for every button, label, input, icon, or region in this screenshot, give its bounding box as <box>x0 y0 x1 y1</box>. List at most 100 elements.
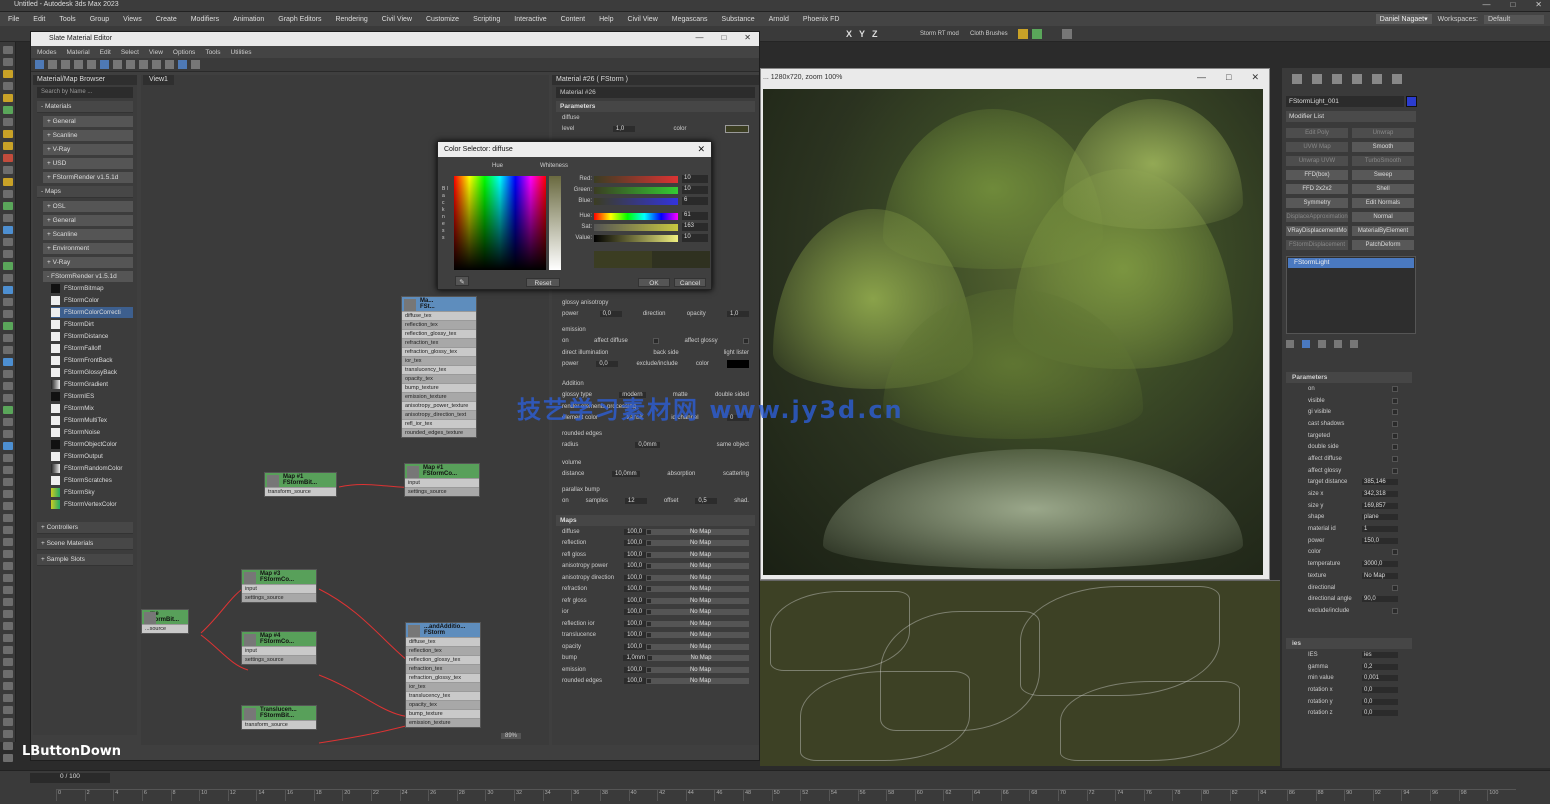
fstorm-group[interactable]: - FStormRender v1.5.1d <box>43 271 133 282</box>
node-slot[interactable]: input <box>242 584 316 593</box>
ies-param-field[interactable]: 0,0 <box>1362 698 1398 705</box>
modifier-button[interactable]: Unwrap UVW <box>1286 156 1348 166</box>
axis-z-button[interactable]: Z <box>872 29 878 39</box>
node-slot[interactable]: translucency_tex <box>406 691 480 700</box>
tool-icon[interactable] <box>2 430 13 438</box>
track-bar[interactable]: 0 2 4 6 8 10 12 14 16 18 20 22 24 26 28 30 32 34 36 38 40 42 4… <box>56 789 1516 801</box>
parallax-samples-field[interactable]: 12 <box>624 498 647 505</box>
node-slot[interactable]: settings_source <box>242 593 316 602</box>
motion-tab-icon[interactable] <box>1352 74 1362 84</box>
close-icon[interactable]: ✕ <box>744 33 751 42</box>
perspective-viewport[interactable] <box>760 580 1280 766</box>
tool-icon[interactable] <box>2 346 13 354</box>
menu-item[interactable]: Interactive <box>514 16 546 23</box>
map-slot-button[interactable]: No Map <box>651 620 749 627</box>
browser-group[interactable]: + Sample Slots <box>37 554 133 566</box>
map-type-item[interactable]: FStormColor <box>51 295 133 306</box>
sme-menu-item[interactable]: Select <box>121 49 139 56</box>
node-slot[interactable]: transform_source <box>265 487 336 496</box>
light-param-field[interactable]: 150,0 <box>1362 537 1398 544</box>
sme-menu-item[interactable]: Options <box>173 49 195 56</box>
tool-icon[interactable] <box>2 550 13 558</box>
map-slot-button[interactable]: No Map <box>651 678 749 685</box>
sme-menu-item[interactable]: Material <box>67 49 90 56</box>
node-slot[interactable]: opacity_tex <box>402 374 476 383</box>
translucency-bitmap-node[interactable]: Translucen... FStormBit... transform_sour… <box>241 705 317 730</box>
map-slot-button[interactable]: No Map <box>651 551 749 558</box>
tool-icon[interactable] <box>2 178 13 186</box>
tool-icon[interactable] <box>2 226 13 234</box>
sme-menu-item[interactable]: Tools <box>205 49 220 56</box>
map-amount-field[interactable]: 100,0 <box>624 666 647 673</box>
tool-icon[interactable] <box>2 214 13 222</box>
light-param-checkbox[interactable] <box>1392 444 1398 451</box>
map-slot-button[interactable]: No Map <box>651 632 749 639</box>
modifier-list-select[interactable]: Modifier List <box>1286 111 1416 122</box>
utilities-tab-icon[interactable] <box>1392 74 1402 84</box>
light-param-field[interactable]: 169,857 <box>1362 502 1398 509</box>
menu-item[interactable]: Tools <box>59 16 75 23</box>
node-slot[interactable]: input <box>242 646 316 655</box>
node-slot[interactable]: opacity_tex <box>406 700 480 709</box>
render-frame-icon[interactable] <box>1062 29 1072 39</box>
map-amount-field[interactable]: 100,0 <box>624 528 647 535</box>
emission-power-field[interactable]: 0,0 <box>596 361 619 368</box>
tool-icon[interactable] <box>2 478 13 486</box>
map-amount-field[interactable]: 100,0 <box>624 574 647 581</box>
whiteness-bar[interactable] <box>549 176 561 270</box>
ok-button[interactable]: OK <box>638 278 670 287</box>
browser-search-input[interactable]: Search by Name ... <box>37 87 133 98</box>
node-slot[interactable]: refraction_tex <box>406 664 480 673</box>
tool-icon[interactable] <box>2 538 13 546</box>
light-param-checkbox[interactable] <box>1392 584 1398 591</box>
tool-icon[interactable] <box>2 490 13 498</box>
light-param-field[interactable]: 385,146 <box>1362 479 1398 486</box>
tool-icon[interactable] <box>2 58 13 66</box>
light-param-checkbox[interactable] <box>1392 432 1398 439</box>
modifier-button[interactable]: Shell <box>1352 184 1414 194</box>
map-type-item[interactable]: FStormMix <box>51 403 133 414</box>
node-slot[interactable]: ...source <box>142 624 188 633</box>
menu-item[interactable]: Views <box>123 16 142 23</box>
tool-icon[interactable] <box>2 526 13 534</box>
hierarchy-tab-icon[interactable] <box>1332 74 1342 84</box>
node-slot[interactable]: emission_texture <box>402 392 476 401</box>
map-slot-button[interactable]: No Map <box>651 609 749 616</box>
tool-icon[interactable] <box>2 130 13 138</box>
stack-item[interactable]: FStormLight <box>1288 258 1414 268</box>
browser-group[interactable]: + Controllers <box>37 522 133 534</box>
light-param-field[interactable]: 1 <box>1362 526 1398 533</box>
menu-item[interactable]: Edit <box>33 16 45 23</box>
map-type-item[interactable]: FStormGradient <box>51 379 133 390</box>
map3-colorcorrect-node[interactable]: Map #3 FStormCo... input settings_source <box>241 569 317 603</box>
node-slot[interactable]: bump_texture <box>402 383 476 392</box>
channel-field[interactable]: 10 <box>682 186 708 194</box>
eyedropper-icon[interactable]: ✎ <box>455 276 469 286</box>
tool-icon[interactable] <box>2 70 13 78</box>
source-bitmap-node[interactable]: ...me FStormBit... ...source <box>141 609 189 634</box>
modifier-button[interactable]: UVW Map <box>1286 142 1348 152</box>
materials-group[interactable]: - Materials <box>37 101 133 113</box>
map-type-item[interactable]: FStormColorCorrecti <box>51 307 133 318</box>
tool-icon[interactable] <box>2 718 13 726</box>
close-icon[interactable]: ✕ <box>697 144 705 155</box>
tool-icon[interactable] <box>2 574 13 582</box>
map-slot-button[interactable]: No Map <box>651 643 749 650</box>
tool-icon[interactable] <box>2 634 13 642</box>
modifier-button[interactable]: Smooth <box>1352 142 1414 152</box>
menu-item[interactable]: Civil View <box>628 16 658 23</box>
affect-diffuse-checkbox[interactable] <box>653 338 660 345</box>
show-map-icon[interactable] <box>126 60 135 69</box>
tool-icon[interactable] <box>2 94 13 102</box>
minimize-icon[interactable]: — <box>1197 72 1206 83</box>
background-icon[interactable] <box>139 60 148 69</box>
channel-slider[interactable] <box>594 176 678 183</box>
map1-bitmap-node[interactable]: Map #1 FStormBit... transform_source <box>264 472 337 497</box>
node-slot[interactable]: transform_source <box>242 720 316 729</box>
map-slot-button[interactable]: No Map <box>651 574 749 581</box>
map-amount-field[interactable]: 100,0 <box>624 620 647 627</box>
channel-slider[interactable] <box>594 224 678 231</box>
materials-subgroup[interactable]: + General <box>43 116 133 127</box>
modifier-button[interactable]: Symmetry <box>1286 198 1348 208</box>
tool-icon[interactable] <box>2 730 13 738</box>
